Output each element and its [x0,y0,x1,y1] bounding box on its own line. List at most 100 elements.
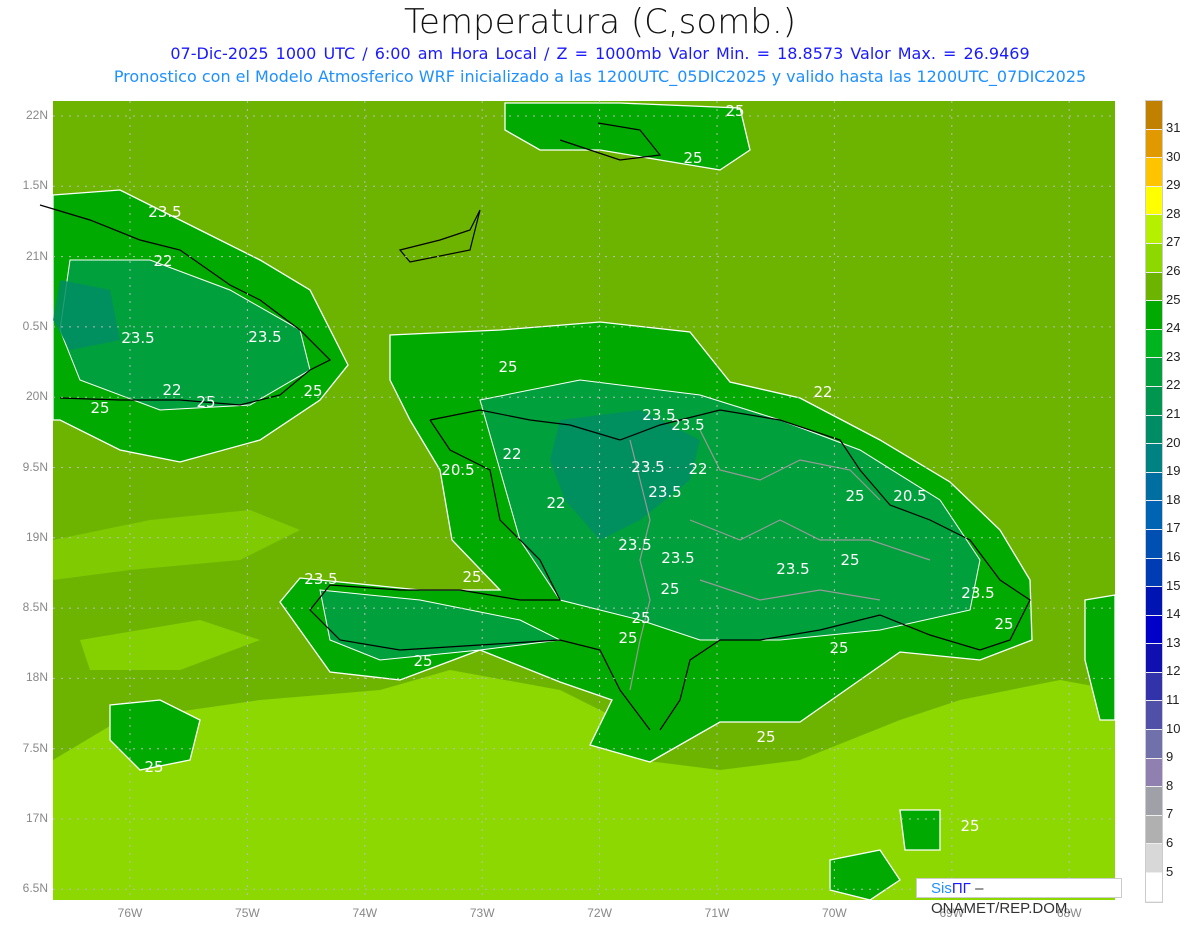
colorbar-bin [1146,558,1162,588]
contour-label: 22 [162,381,181,399]
contour-label: 23.5 [121,329,154,347]
colorbar-label: 13 [1166,634,1181,650]
lat-label: 17N [25,811,48,825]
colorbar-bin [1146,529,1162,559]
colorbar-label: 8 [1166,777,1174,793]
contour-label: 25 [618,629,637,647]
colorbar-label: 14 [1166,606,1181,622]
lon-label: 75W [235,906,260,920]
lat-label: 9.5N [22,459,48,474]
contour-label: 25 [829,639,848,657]
lon-label: 76W [117,906,143,920]
colorbar-bin [1146,644,1162,673]
colorbar-bin [1146,243,1162,273]
contour-label: 23.5 [776,560,809,578]
contour-label: 25 [960,817,979,835]
contour-label: 25 [631,609,650,627]
colorbar-bin [1146,501,1162,530]
colorbar-label: 16 [1166,549,1181,564]
colorbar-label: 12 [1166,663,1181,679]
colorbar-bin [1146,329,1162,359]
lat-label: 20N [25,389,48,404]
contour-label: 25 [196,393,215,411]
colorbar-label: 5 [1166,863,1174,879]
colorbar-bin [1146,672,1162,702]
contour-label: 23.5 [631,458,664,476]
contour-label: 25 [994,615,1013,633]
contour-label: 23.5 [671,416,704,434]
colorbar-label: 24 [1166,320,1181,336]
colorbar-bin [1146,615,1162,645]
lon-label: 71W [704,906,730,920]
colorbar-label: 17 [1166,520,1181,536]
colorbar-label: 21 [1166,406,1181,421]
colorbar-bin [1146,358,1162,387]
colorbar-label: 18 [1166,491,1181,507]
colorbar-bin [1146,272,1162,302]
colorbar-label: 9 [1166,749,1174,765]
lat-label: 8.5N [22,600,48,615]
colorbar-label: 23 [1166,348,1181,364]
contour-label: 23.5 [661,549,694,567]
colorbar-label: 19 [1166,463,1181,479]
colorbar-bin [1146,787,1162,816]
contour-label: 22 [688,460,707,478]
colorbar-bin [1146,587,1162,616]
contour-label: 25 [413,652,432,670]
contour-label: 25 [840,551,859,569]
colorbar-bin [1146,844,1162,874]
contour-label: 25 [845,487,864,505]
contour-label: 25 [462,568,481,586]
contour-label: 25 [660,580,679,598]
watermark-sis: Sis [931,880,952,897]
colorbar-label: 20 [1166,434,1181,450]
contour-label: 25 [498,358,517,376]
colorbar-label: 15 [1166,577,1181,593]
contour-label: 23.5 [618,536,651,554]
contour-label: 20.5 [441,461,474,479]
contour-label: 23.5 [648,483,681,501]
contour-label: 23.5 [248,328,281,346]
lat-label: 0.5N [22,318,48,333]
lon-label: 72W [587,906,612,920]
lat-label: 22N [25,108,48,122]
contour-label: 22 [153,252,172,270]
temperature-map: 25 25 23.5 22 23.5 23.5 22 25 25 25 25 22 23.5 23.5 22… [39,101,1116,901]
contour-label: 25 [144,758,163,776]
colorbar-label: 22 [1166,377,1181,393]
colorbar-label: 11 [1166,692,1180,707]
lat-label: 19N [25,529,48,544]
lon-label: 74W [352,906,378,920]
colorbar-bin [1146,158,1162,187]
colorbar-bin [1146,758,1162,788]
colorbar-label: 7 [1166,806,1174,822]
colorbar-bin [1146,129,1162,159]
colorbar-label: 31 [1166,120,1181,135]
colorbar-bin [1146,386,1162,416]
colorbar-bin [1146,415,1162,445]
colorbar-label: 28 [1166,205,1181,221]
contour-label: 25 [725,102,744,120]
lon-label: 70W [822,906,847,920]
contour-label: 25 [683,149,702,167]
colorbar-bin [1146,301,1162,330]
colorbar-bin [1146,472,1162,502]
contour-label: 23.5 [304,570,337,588]
colorbar [1145,100,1163,903]
colorbar-bin [1146,186,1162,216]
colorbar-label: 26 [1166,263,1181,278]
contour-label: 25 [90,399,109,417]
colorbar-bin [1146,701,1162,731]
lat-label: 21N [25,248,48,263]
lon-label: 73W [469,906,495,920]
lat-label: 6.5N [22,881,48,896]
lat-label: 18N [25,670,48,685]
colorbar-bin [1146,101,1162,130]
contour-label: 23.5 [148,203,181,221]
colorbar-bin [1146,215,1162,244]
lat-label: 7.5N [22,740,48,755]
colorbar-label: 29 [1166,177,1181,193]
contour-label: 22 [813,383,832,401]
contour-label: 25 [756,728,775,746]
contour-label: 22 [502,445,521,463]
